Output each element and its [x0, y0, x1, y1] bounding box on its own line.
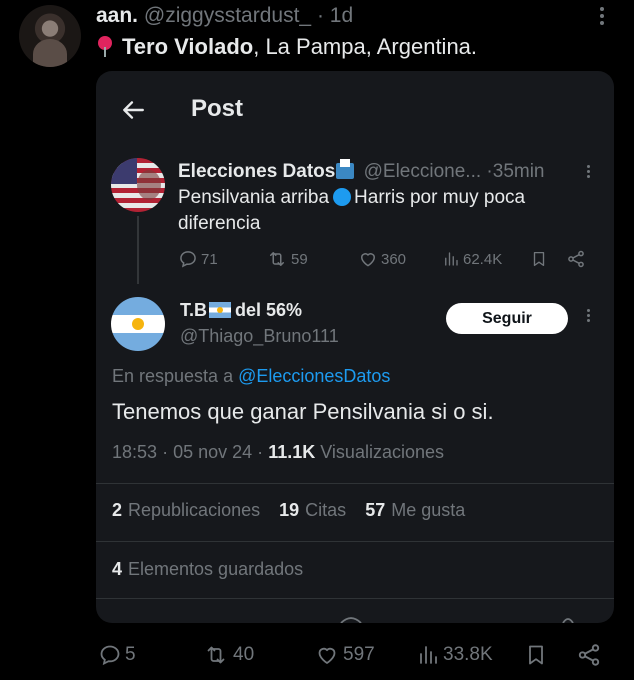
likes-count: 57	[365, 500, 386, 520]
views-count: 11.1K	[268, 442, 316, 462]
views-icon	[420, 646, 437, 664]
reply-to-link[interactable]: @EleccionesDatos	[238, 366, 390, 386]
reply-text: Tenemos que ganar Pensilvania si o si.	[112, 399, 494, 424]
back-arrow-icon[interactable]	[120, 97, 146, 123]
repost-button[interactable]: 40	[202, 641, 254, 669]
reply-icon	[180, 251, 196, 268]
like-count: 360	[381, 250, 407, 268]
tweet-header: aan. @ziggysstardust_ · 1d	[96, 4, 353, 28]
thread-line	[137, 216, 139, 284]
page-title: Post	[191, 95, 244, 122]
quoted-time[interactable]: 35min	[493, 161, 545, 182]
reply-icon	[100, 645, 120, 666]
saved-count: 4	[112, 559, 123, 579]
views-icon	[445, 252, 458, 266]
quoted-handle[interactable]: @Eleccione...	[364, 161, 482, 182]
views-button[interactable]: 33.8K	[416, 641, 493, 669]
reposts-count: 2	[112, 500, 123, 520]
engagement-stats: 2 Republicaciones 19 Citas 57 Me gusta	[112, 500, 465, 521]
reply-count: 5	[125, 644, 136, 665]
reply-date[interactable]: 05 nov 24	[173, 442, 252, 462]
views-label: Visualizaciones	[320, 442, 444, 462]
like-icon	[361, 253, 375, 267]
like-button[interactable]: 597	[314, 641, 375, 669]
follow-button[interactable]: Seguir	[446, 303, 568, 334]
reply-author-handle[interactable]: @Thiago_Bruno111	[180, 326, 339, 347]
reply-button[interactable]: 71	[178, 247, 218, 271]
reply-author-avatar[interactable]	[111, 297, 165, 351]
quoted-text: Pensilvania arriba Harris por muy poca di…	[178, 185, 578, 237]
tweet-time[interactable]: 1d	[330, 4, 353, 27]
views-count: 62.4K	[463, 250, 503, 268]
quotes-stat[interactable]: 19 Citas	[279, 500, 346, 520]
share-icon[interactable]	[576, 641, 602, 669]
reply-meta: 18:53 · 05 nov 24 · 11.1K Visualizacione…	[112, 442, 444, 463]
reply-author-name-suffix: del 56%	[235, 300, 303, 320]
reposts-stat[interactable]: 2 Republicaciones	[112, 500, 260, 520]
cropped-action-icons	[340, 617, 574, 623]
author-handle[interactable]: @ziggysstardust_	[144, 4, 311, 27]
quoted-avatar[interactable]	[111, 158, 165, 212]
quoted-header: Elecciones Datos @Eleccione... ·35min	[178, 159, 588, 183]
reply-author-name-prefix: T.B	[180, 300, 207, 320]
reply-count: 71	[201, 250, 218, 268]
reply-author-name[interactable]: T.B del 56%	[180, 300, 302, 321]
location-rest: , La Pampa, Argentina.	[253, 34, 478, 59]
more-icon[interactable]	[596, 4, 608, 30]
more-icon[interactable]	[583, 307, 593, 327]
quoted-author-name[interactable]: Elecciones Datos	[178, 161, 335, 182]
divider	[96, 541, 614, 542]
pin-icon	[98, 36, 112, 57]
author-avatar[interactable]	[19, 5, 81, 67]
tweet-actions: 5 40 597 33.8K	[98, 641, 618, 669]
author-name[interactable]: aan.	[96, 4, 138, 27]
more-icon[interactable]	[583, 163, 593, 183]
repost-count: 59	[291, 250, 308, 268]
likes-stat[interactable]: 57 Me gusta	[365, 500, 465, 520]
separator-dot: ·	[257, 442, 264, 462]
like-button[interactable]: 360	[358, 247, 406, 271]
bookmark-icon[interactable]	[530, 247, 548, 271]
likes-label: Me gusta	[391, 500, 466, 520]
divider	[96, 483, 614, 484]
blue-circle-icon	[333, 188, 352, 206]
like-count: 597	[343, 644, 375, 665]
quotes-count: 19	[279, 500, 300, 520]
ballot-box-icon	[336, 159, 355, 179]
location-bold: Tero Violado	[122, 34, 254, 59]
reply-button[interactable]: 5	[98, 641, 136, 669]
repost-icon	[270, 252, 284, 266]
quoted-text-before: Pensilvania arriba	[178, 187, 330, 208]
argentina-flag-icon	[209, 302, 231, 318]
reply-time[interactable]: 18:53	[112, 442, 157, 462]
share-icon[interactable]	[566, 247, 586, 271]
like-icon	[318, 647, 336, 664]
quotes-label: Citas	[305, 500, 347, 520]
embedded-screenshot[interactable]: Post Elecciones Datos @Eleccione... ·35m…	[96, 71, 614, 623]
reply-to-label: En respuesta a	[112, 366, 234, 386]
quoted-actions: 71 59 360 62.4K	[178, 247, 598, 271]
repost-button[interactable]: 59	[266, 247, 308, 271]
views-button[interactable]: 62.4K	[442, 247, 502, 271]
views-count: 33.8K	[443, 644, 493, 665]
repost-icon	[207, 646, 225, 664]
tweet-text: Tero Violado, La Pampa, Argentina.	[98, 34, 477, 60]
divider	[96, 598, 614, 599]
reposts-label: Republicaciones	[128, 500, 261, 520]
repost-count: 40	[233, 644, 255, 665]
bookmark-icon[interactable]	[524, 641, 548, 669]
saved-label: Elementos guardados	[128, 559, 304, 579]
bookmarks-stat[interactable]: 4 Elementos guardados	[112, 559, 303, 580]
separator-dot: ·	[316, 4, 324, 27]
separator-dot: ·	[162, 442, 169, 462]
reply-context: En respuesta a @EleccionesDatos	[112, 366, 390, 387]
